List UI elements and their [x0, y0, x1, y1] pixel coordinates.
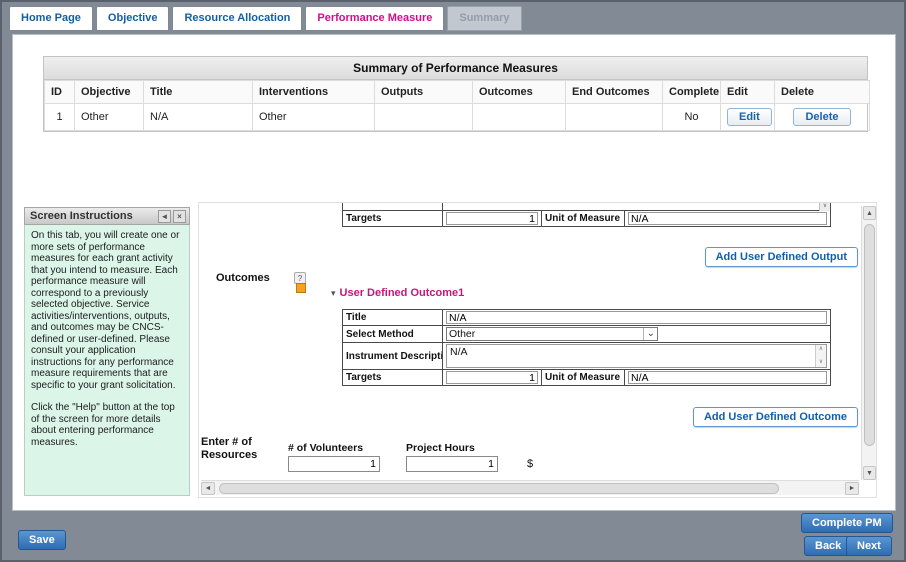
close-panel-icon[interactable]: × [173, 210, 186, 223]
delete-button[interactable]: Delete [793, 108, 850, 126]
outcome-method-row: Select Method Other ⌄ [343, 326, 831, 343]
cell-end-outcomes [566, 104, 663, 131]
select-method-value: Other [449, 328, 643, 340]
scroll-left-arrow-icon[interactable]: ◄ [201, 482, 215, 495]
add-user-defined-outcome-button[interactable]: Add User Defined Outcome [693, 407, 858, 427]
scroll-up-icon[interactable]: ∧ [819, 345, 823, 354]
tab-performance-measure[interactable]: Performance Measure [305, 6, 444, 31]
screen-instructions-header: Screen Instructions ◄ × [24, 207, 190, 225]
outcome-targets-row: Targets Unit of Measure [343, 370, 831, 386]
column-header-objective: Objective [75, 81, 144, 104]
summary-table-title: Summary of Performance Measures [44, 57, 867, 80]
cell-interventions: Other [253, 104, 375, 131]
outcome-instrument-row: Instrument Description N/A ∧ ∨ [343, 343, 831, 370]
user-defined-outcome-group-header[interactable]: ▾ User Defined Outcome1 [331, 283, 464, 301]
chevron-down-icon: ⌄ [643, 328, 655, 340]
tab-bar: Home Page Objective Resource Allocation … [9, 6, 522, 31]
output-targets-row: Targets Unit of Measure [343, 211, 831, 227]
outcome-title-row: Title [343, 310, 831, 326]
outcome-unit-of-measure-label: Unit of Measure [542, 370, 625, 386]
select-method-dropdown[interactable]: Other ⌄ [446, 327, 658, 341]
outcome-targets-label: Targets [343, 370, 443, 386]
number-of-volunteers-label: # of Volunteers [288, 442, 363, 454]
user-defined-output-form-partial: ∨ Targets Unit of Measure [342, 203, 831, 227]
horizontal-scrollbar[interactable]: ◄ ► [201, 480, 859, 495]
column-header-id: ID [45, 81, 75, 104]
add-user-defined-output-button[interactable]: Add User Defined Output [705, 247, 858, 267]
application-window: Home Page Objective Resource Allocation … [0, 0, 906, 562]
output-unit-of-measure-label: Unit of Measure [542, 211, 625, 227]
cell-outcomes [473, 104, 566, 131]
horizontal-scrollbar-thumb[interactable] [219, 483, 779, 494]
select-method-label: Select Method [343, 326, 443, 343]
column-header-outcomes: Outcomes [473, 81, 566, 104]
scroll-down-icon[interactable]: ∨ [819, 203, 830, 211]
column-header-title: Title [144, 81, 253, 104]
tab-resource-allocation[interactable]: Resource Allocation [172, 6, 302, 31]
tab-home-page[interactable]: Home Page [9, 6, 93, 31]
complete-pm-button[interactable]: Complete PM [801, 513, 893, 533]
enter-number-of-resources-label: Enter # of Resources [201, 436, 265, 462]
column-header-complete: Complete [663, 81, 721, 104]
textarea-scrollbar: ∧ ∨ [815, 345, 826, 367]
column-header-interventions: Interventions [253, 81, 375, 104]
performance-measure-form-area: ∨ Targets Unit of Measure Add User Defin… [198, 202, 877, 498]
outcome-unit-of-measure-input[interactable] [628, 371, 827, 384]
scroll-up-arrow-icon[interactable]: ▲ [863, 206, 876, 220]
summary-of-performance-measures-table: Summary of Performance Measures ID Objec… [43, 56, 868, 132]
scroll-down-icon[interactable]: ∨ [819, 358, 823, 367]
outcome-targets-input[interactable] [446, 371, 538, 384]
number-of-volunteers-input[interactable] [288, 456, 380, 472]
column-header-edit: Edit [721, 81, 775, 104]
output-unit-of-measure-input[interactable] [628, 212, 827, 225]
instrument-description-textarea[interactable]: N/A ∧ ∨ [446, 344, 827, 368]
next-button[interactable]: Next [846, 536, 892, 556]
tab-summary: Summary [447, 6, 521, 31]
instructions-paragraph-2: Click the "Help" button at the top of th… [31, 402, 183, 448]
table-row: 1 Other N/A Other No Edit Delete [45, 104, 870, 131]
column-header-outputs: Outputs [375, 81, 473, 104]
cell-id: 1 [45, 104, 75, 131]
cell-complete: No [663, 104, 721, 131]
output-targets-input[interactable] [446, 212, 538, 225]
column-header-end-outcomes: End Outcomes [566, 81, 663, 104]
cell-outputs [375, 104, 473, 131]
instrument-description-value: N/A [450, 346, 468, 358]
instrument-description-label: Instrument Description [343, 343, 443, 370]
screen-instructions-body: On this tab, you will create one or more… [24, 225, 190, 496]
user-defined-outcome-form: Title Select Method Other ⌄ Instrument D… [342, 309, 831, 386]
outcome-expander-icon[interactable] [296, 283, 306, 293]
outcomes-section-label: Outcomes [216, 272, 270, 284]
summary-header-row: ID Objective Title Interventions Outputs… [45, 81, 870, 104]
scroll-right-arrow-icon[interactable]: ► [845, 482, 859, 495]
cell-objective: Other [75, 104, 144, 131]
screen-instructions-panel: Screen Instructions ◄ × On this tab, you… [24, 207, 190, 496]
cutoff-form-row: ∨ [343, 203, 831, 211]
screen-instructions-title: Screen Instructions [30, 210, 156, 222]
outcome-title-input[interactable] [446, 311, 827, 324]
output-targets-label: Targets [343, 211, 443, 227]
project-hours-label: Project Hours [406, 442, 475, 454]
collapse-panel-icon[interactable]: ◄ [158, 210, 171, 223]
cell-title: N/A [144, 104, 253, 131]
instructions-paragraph-1: On this tab, you will create one or more… [31, 230, 183, 391]
user-defined-outcome-title: User Defined Outcome1 [340, 287, 465, 299]
edit-button[interactable]: Edit [727, 108, 772, 126]
save-button[interactable]: Save [18, 530, 66, 550]
tab-objective[interactable]: Objective [96, 6, 170, 31]
collapse-triangle-icon: ▾ [331, 288, 336, 298]
main-content-panel: Summary of Performance Measures ID Objec… [12, 34, 896, 511]
column-header-delete: Delete [775, 81, 870, 104]
currency-symbol: $ [527, 458, 533, 470]
vertical-scrollbar-thumb[interactable] [864, 224, 875, 446]
project-hours-input[interactable] [406, 456, 498, 472]
outcome-title-label: Title [343, 310, 443, 326]
vertical-scrollbar[interactable]: ▲ ▼ [861, 206, 876, 480]
scroll-down-arrow-icon[interactable]: ▼ [863, 466, 876, 480]
